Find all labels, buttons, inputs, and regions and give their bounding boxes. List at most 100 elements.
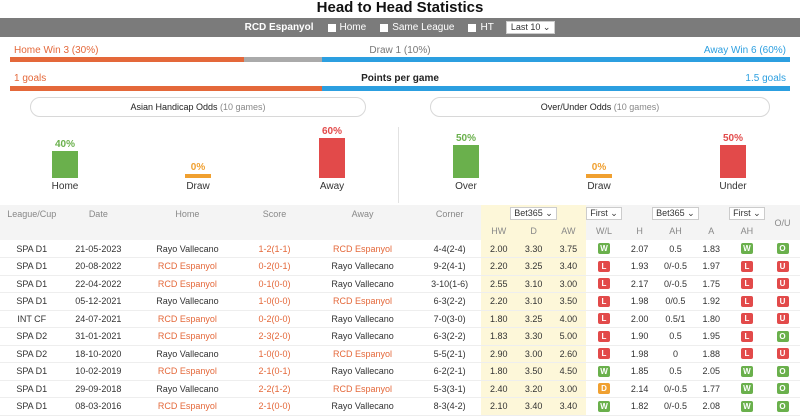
date-cell: 08-03-2016 [75, 401, 122, 412]
aw-odds-cell: 5.00 [550, 327, 586, 345]
table-row[interactable]: SPA D2 18-10-2020 Rayo Vallecano 1-0(0-0) RC… [0, 345, 800, 363]
home-team-cell: Rayo Vallecano [156, 296, 219, 307]
period-select-1[interactable]: First ⌄ [586, 207, 622, 221]
h-odds-cell: 1.82 [630, 401, 649, 412]
ah-line-cell: 0.5 [669, 331, 682, 342]
league-cell: SPA D1 [16, 383, 48, 394]
corner-cell: 4-4(2-4) [433, 243, 466, 254]
league-cell: INT CF [17, 313, 47, 324]
away-team-cell: RCD Espanyol [333, 296, 393, 307]
ou-draw-bar [586, 174, 612, 178]
ou-over-label: Over [455, 181, 477, 192]
corner-cell: 3-10(1-6) [431, 278, 469, 289]
a-odds-cell: 2.05 [702, 366, 721, 377]
ou-result-badge: U [776, 295, 789, 307]
hw-odds-cell: 2.20 [481, 292, 517, 310]
ah-line-cell: 0.5 [669, 366, 682, 377]
draw-bar [244, 57, 322, 62]
wl-result-cell: L [586, 345, 622, 363]
hw-odds-cell: 2.20 [481, 257, 517, 275]
league-cell: SPA D1 [16, 261, 48, 272]
a-odds-cell: 1.88 [702, 348, 721, 359]
col-h: H [622, 222, 658, 240]
asian-away-label: Away [319, 181, 345, 192]
ah-result-cell: W [729, 380, 765, 398]
hw-odds-cell: 1.80 [481, 362, 517, 380]
aw-odds-cell: 3.00 [550, 380, 586, 398]
home-checkbox[interactable] [327, 23, 336, 32]
ah-line-cell: 0/-0.5 [663, 261, 687, 272]
a-odds-cell: 1.80 [702, 313, 721, 324]
wl-result-badge: L [598, 278, 610, 290]
away-team-cell: Rayo Vallecano [331, 261, 394, 272]
d-odds-cell: 3.40 [516, 397, 551, 415]
asian-handicap-title: Asian Handicap Odds [130, 102, 218, 112]
col-league: League/Cup [0, 205, 64, 223]
ht-checkbox[interactable] [468, 23, 477, 32]
ou-result-badge: U [776, 278, 789, 290]
ah-result-cell: W [729, 398, 765, 416]
table-row[interactable]: SPA D1 20-08-2022 RCD Espanyol 0-2(0-1) Rayo… [0, 257, 800, 276]
table-subheader-row: HW D AW W/L H AH A AH [0, 222, 800, 240]
wl-result-cell: L [586, 310, 622, 328]
table-row[interactable]: SPA D1 21-05-2023 Rayo Vallecano 1-2(1-1) RC… [0, 240, 800, 258]
col-hw: HW [481, 222, 517, 240]
score-cell: 2-2(1-2) [258, 383, 291, 394]
bookmaker-select-2[interactable]: Bet365 ⌄ [652, 207, 699, 221]
d-odds-cell: 3.00 [516, 345, 551, 363]
ou-over-bar [453, 144, 479, 178]
ppg-away-bar [322, 86, 790, 91]
aw-odds-cell: 3.40 [550, 397, 586, 415]
wl-result-cell: D [586, 380, 622, 398]
d-odds-cell: 3.30 [516, 240, 551, 258]
table-header-row: League/Cup Date Home Score Away Corner B… [0, 205, 800, 240]
ah-line-cell: 0/-0.5 [663, 383, 687, 394]
ah-line-cell: 0/0.5 [665, 296, 686, 307]
ah-result-cell: L [729, 293, 765, 311]
table-row[interactable]: INT CF 24-07-2021 RCD Espanyol 0-2(0-0) Rayo… [0, 310, 800, 328]
over-under-box[interactable]: Over/Under Odds (10 games) [430, 97, 770, 117]
away-team-cell: Rayo Vallecano [331, 278, 394, 289]
asian-handicap-box[interactable]: Asian Handicap Odds (10 games) [30, 97, 366, 117]
bookmaker-select-1[interactable]: Bet365 ⌄ [510, 207, 557, 221]
asian-away-pct: 60% [321, 126, 342, 137]
h-odds-cell: 1.93 [630, 261, 649, 272]
a-odds-cell: 1.97 [702, 261, 721, 272]
col-aw: AW [550, 222, 586, 240]
last-games-select[interactable]: Last 10 ⌄ [505, 21, 556, 34]
league-cell: SPA D2 [16, 331, 48, 342]
home-team-cell: RCD Espanyol [157, 261, 217, 272]
asian-handicap-games: (10 games) [220, 102, 266, 112]
team-name: RCD Espanyol [244, 22, 314, 33]
ah-result-badge: L [740, 278, 753, 290]
d-odds-cell: 3.50 [516, 362, 551, 380]
table-row[interactable]: SPA D1 08-03-2016 RCD Espanyol 2-1(0-0) Rayo… [0, 397, 800, 416]
d-odds-cell: 3.25 [516, 310, 551, 328]
asian-draw-pct: 0% [190, 162, 206, 173]
aw-odds-cell: 4.00 [550, 310, 586, 328]
league-cell: SPA D1 [16, 401, 48, 412]
table-row[interactable]: SPA D1 29-09-2018 Rayo Vallecano 2-2(1-2) RC… [0, 380, 800, 398]
period-select-2[interactable]: First ⌄ [729, 207, 765, 221]
wl-result-cell: W [586, 240, 622, 258]
hw-odds-cell: 2.10 [481, 397, 517, 415]
aw-odds-cell: 4.50 [550, 362, 586, 380]
same-league-checkbox[interactable] [380, 23, 389, 32]
draw-label: Draw 1 (10%) [369, 45, 431, 56]
wl-result-cell: W [586, 363, 622, 381]
table-row[interactable]: SPA D1 22-04-2022 RCD Espanyol 0-1(0-0) Rayo… [0, 275, 800, 293]
home-team-cell: RCD Espanyol [157, 401, 217, 412]
page-title: Head to Head Statistics [316, 0, 484, 16]
ou-result-cell: U [765, 258, 800, 276]
table-row[interactable]: SPA D1 05-12-2021 Rayo Vallecano 1-0(0-0) RC… [0, 292, 800, 311]
h-odds-cell: 1.85 [630, 366, 649, 377]
stats-divider [398, 127, 399, 203]
d-odds-cell: 3.25 [516, 257, 551, 275]
ht-filter-label: HT [480, 22, 494, 33]
table-row[interactable]: SPA D1 10-02-2019 RCD Espanyol 2-1(0-1) Rayo… [0, 362, 800, 381]
table-row[interactable]: SPA D2 31-01-2021 RCD Espanyol 2-3(2-0) Rayo… [0, 327, 800, 346]
score-cell: 2-3(2-0) [258, 331, 291, 342]
h2h-table: League/Cup Date Home Score Away Corner B… [0, 205, 800, 416]
a-odds-cell: 1.95 [702, 331, 721, 342]
ah-result-cell: L [729, 328, 765, 346]
